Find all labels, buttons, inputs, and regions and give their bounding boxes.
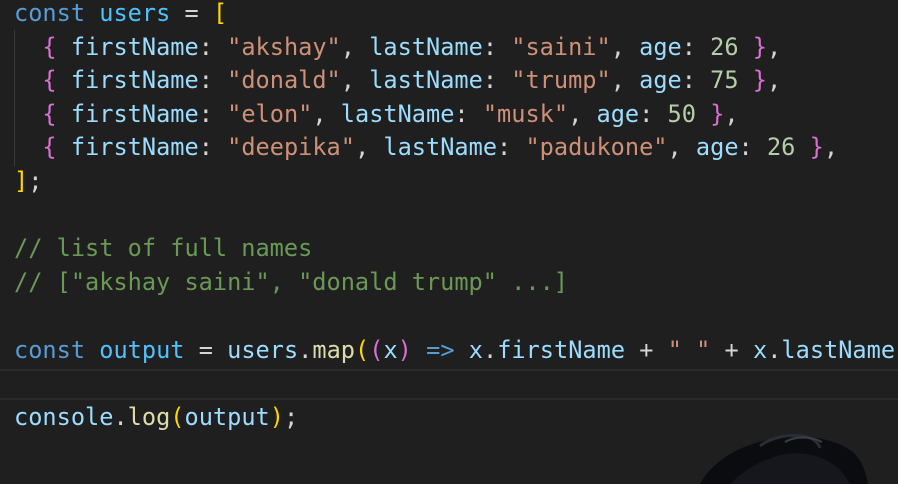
value-lastname: "saini" bbox=[511, 33, 611, 61]
value-lastname: "padukone" bbox=[525, 133, 668, 161]
value-age: 26 bbox=[766, 133, 796, 161]
code-line-console: console.log(output); bbox=[14, 403, 299, 431]
code-line-user-4: { firstName: "deepika", lastName: "paduk… bbox=[42, 133, 839, 161]
variable-users: users bbox=[99, 0, 171, 27]
value-lastname: "trump" bbox=[511, 66, 611, 94]
paren-open: ( bbox=[355, 336, 370, 364]
param-x: x bbox=[752, 336, 768, 364]
brace-close: } bbox=[752, 66, 768, 94]
comment-line-2: // ["akshay saini", "donald trump" ...] bbox=[14, 268, 568, 296]
variable-output: output bbox=[99, 336, 185, 364]
code-line-user-1: { firstName: "akshay", lastName: "saini"… bbox=[42, 33, 782, 61]
value-firstname: "deepika" bbox=[227, 133, 355, 161]
brace-open: { bbox=[42, 66, 57, 94]
key-age: age bbox=[695, 133, 739, 161]
arrow-operator: => bbox=[426, 336, 455, 364]
code-line-user-2: { firstName: "donald", lastName: "trump"… bbox=[42, 66, 782, 94]
param-x: x bbox=[468, 336, 483, 364]
method-map: map bbox=[312, 336, 356, 364]
code-line-close-array: ]; bbox=[14, 164, 42, 198]
bracket-open: [ bbox=[212, 0, 228, 27]
value-firstname: "akshay" bbox=[227, 33, 341, 61]
paren-open: ( bbox=[369, 336, 384, 364]
key-lastname: lastName bbox=[369, 66, 483, 94]
value-lastname: "musk" bbox=[482, 100, 569, 128]
comment-line-1: // list of full names bbox=[14, 234, 313, 262]
value-age: 75 bbox=[710, 66, 739, 94]
key-firstname: firstName bbox=[70, 66, 199, 94]
key-age: age bbox=[639, 66, 682, 94]
brace-close: } bbox=[710, 100, 725, 128]
key-age: age bbox=[596, 100, 640, 128]
bracket-close: ] bbox=[14, 167, 29, 195]
method-log: log bbox=[127, 403, 171, 431]
key-lastname: lastName bbox=[340, 100, 455, 128]
value-firstname: "elon" bbox=[227, 100, 313, 128]
brace-open: { bbox=[42, 100, 57, 128]
code-editor[interactable]: const users = [ { firstName: "akshay", l… bbox=[0, 0, 898, 484]
current-line-highlight bbox=[0, 369, 898, 400]
paren-close: ) bbox=[269, 403, 284, 431]
object-console: console bbox=[14, 403, 114, 431]
operator-assign: = bbox=[184, 0, 199, 27]
key-firstname: firstName bbox=[70, 133, 199, 161]
brace-open: { bbox=[42, 33, 57, 61]
operator-assign: = bbox=[198, 336, 213, 364]
keyword-const: const bbox=[14, 0, 86, 27]
brace-close: } bbox=[809, 133, 824, 161]
code-line-user-3: { firstName: "elon", lastName: "musk", a… bbox=[42, 100, 739, 128]
arg-output: output bbox=[184, 403, 270, 431]
value-firstname: "donald" bbox=[227, 66, 341, 94]
paren-open: ( bbox=[170, 403, 185, 431]
param-x: x bbox=[383, 336, 398, 364]
prop-firstname: firstName bbox=[497, 336, 626, 364]
value-age: 26 bbox=[710, 33, 739, 61]
presenter-webcam-overlay bbox=[690, 424, 890, 484]
key-firstname: firstName bbox=[70, 33, 199, 61]
key-lastname: lastName bbox=[369, 33, 483, 61]
key-firstname: firstName bbox=[70, 100, 199, 128]
operator-plus: + bbox=[639, 336, 654, 364]
code-line-1: const users = [ bbox=[14, 0, 227, 30]
variable-users: users bbox=[227, 336, 299, 364]
brace-close: } bbox=[752, 33, 768, 61]
prop-lastname: lastName bbox=[781, 336, 896, 364]
key-lastname: lastName bbox=[383, 133, 498, 161]
paren-close: ) bbox=[397, 336, 412, 364]
string-space: " " bbox=[667, 336, 711, 364]
keyword-const: const bbox=[14, 336, 86, 364]
value-age: 50 bbox=[667, 100, 696, 128]
semicolon: ; bbox=[28, 167, 43, 195]
presenter-head-image bbox=[700, 434, 868, 484]
code-line-output: const output = users.map((x) => x.firstN… bbox=[14, 333, 898, 367]
brace-open: { bbox=[42, 133, 57, 161]
key-age: age bbox=[639, 33, 682, 61]
operator-plus: + bbox=[724, 336, 739, 364]
